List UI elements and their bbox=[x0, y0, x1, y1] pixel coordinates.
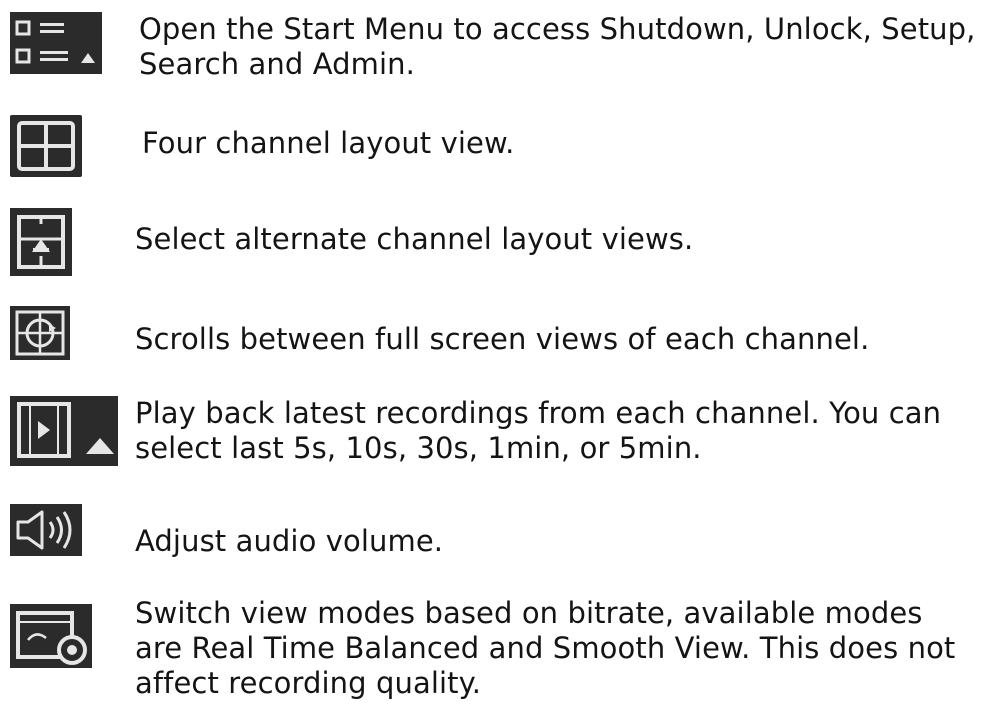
alternate-layout-icon bbox=[10, 208, 72, 276]
audio-volume-icon bbox=[10, 504, 82, 556]
start-menu-icon bbox=[10, 12, 102, 74]
playback-description: Play back latest recordings from each ch… bbox=[135, 396, 942, 465]
alternate-layout-description: Select alternate channel layout views. bbox=[135, 222, 694, 256]
four-channel-description: Four channel layout view. bbox=[142, 126, 515, 160]
playback-icon bbox=[10, 396, 118, 466]
four-channel-layout-icon bbox=[10, 115, 82, 177]
audio-description: Adjust audio volume. bbox=[135, 524, 444, 558]
sequence-description: Scrolls between full screen views of eac… bbox=[135, 322, 870, 356]
view-mode-description: Switch view modes based on bitrate, avai… bbox=[135, 596, 956, 700]
sequence-view-icon bbox=[10, 306, 70, 360]
view-mode-icon bbox=[10, 604, 92, 668]
start-menu-description: Open the Start Menu to access Shutdown, … bbox=[139, 12, 976, 81]
